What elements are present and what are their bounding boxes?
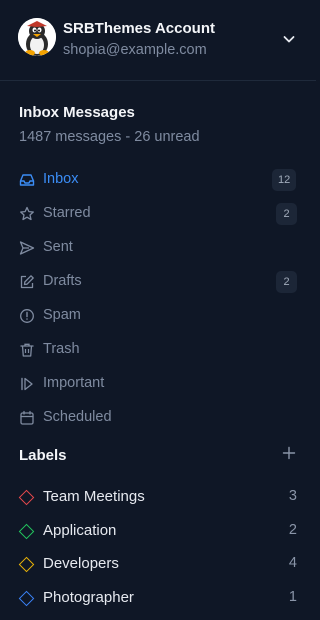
nav-item-drafts[interactable]: Drafts 2 bbox=[0, 267, 316, 297]
label-item-developers[interactable]: Developers 4 bbox=[0, 550, 316, 580]
label-count: 4 bbox=[288, 555, 297, 571]
inbox-icon bbox=[19, 174, 35, 186]
important-icon bbox=[21, 377, 33, 391]
label-name: Developers bbox=[43, 555, 119, 572]
section-title-inbox-messages: Inbox Messages bbox=[19, 104, 135, 121]
calendar-icon bbox=[20, 410, 34, 425]
nav-item-label: Inbox bbox=[43, 171, 79, 187]
nav-item-label: Important bbox=[43, 375, 105, 391]
diamond-icon bbox=[18, 590, 35, 607]
nav-item-sent[interactable]: Sent bbox=[0, 233, 316, 263]
star-icon bbox=[20, 206, 34, 221]
label-item-photographer[interactable]: Photographer 1 bbox=[0, 584, 316, 614]
nav-item-label: Trash bbox=[43, 341, 80, 357]
account-header[interactable]: SRBThemes Account shopia@example.com bbox=[0, 0, 316, 81]
label-count: 3 bbox=[288, 488, 297, 504]
label-count: 1 bbox=[288, 589, 297, 605]
nav-item-label: Scheduled bbox=[43, 409, 112, 425]
add-label-icon[interactable] bbox=[282, 446, 296, 460]
nav-item-trash[interactable]: Trash bbox=[0, 335, 316, 365]
label-name: Application bbox=[43, 522, 117, 539]
count-badge: 2 bbox=[276, 203, 297, 225]
alert-circle-icon bbox=[20, 309, 34, 323]
diamond-icon bbox=[18, 523, 35, 540]
nav-item-scheduled[interactable]: Scheduled bbox=[0, 403, 316, 433]
nav-item-starred[interactable]: Starred 2 bbox=[0, 199, 316, 229]
trash-icon bbox=[20, 343, 34, 357]
nav-item-label: Starred bbox=[43, 205, 91, 221]
nav-item-label: Sent bbox=[43, 239, 73, 255]
section-title-labels: Labels bbox=[19, 447, 67, 464]
label-name: Photographer bbox=[43, 589, 134, 606]
edit-icon bbox=[20, 275, 34, 289]
count-badge: 2 bbox=[276, 271, 297, 293]
account-email: shopia@example.com bbox=[63, 42, 207, 58]
label-count: 2 bbox=[288, 522, 297, 538]
label-item-team-meetings[interactable]: Team Meetings 3 bbox=[0, 483, 316, 513]
nav-item-important[interactable]: Important bbox=[0, 369, 316, 399]
nav-item-label: Spam bbox=[43, 307, 81, 323]
nav-item-inbox[interactable]: Inbox 12 bbox=[0, 165, 316, 195]
inbox-message-count: 1487 messages - 26 unread bbox=[19, 129, 200, 145]
label-item-application[interactable]: Application 2 bbox=[0, 517, 316, 547]
chevron-down-icon[interactable] bbox=[280, 30, 298, 48]
nav-item-spam[interactable]: Spam bbox=[0, 301, 316, 331]
unread-badge: 12 bbox=[272, 169, 297, 191]
avatar bbox=[18, 18, 56, 56]
label-name: Team Meetings bbox=[43, 488, 145, 505]
diamond-icon bbox=[18, 556, 35, 573]
send-icon bbox=[19, 241, 35, 255]
account-name: SRBThemes Account bbox=[63, 20, 215, 37]
diamond-icon bbox=[18, 489, 35, 506]
nav-item-label: Drafts bbox=[43, 273, 82, 289]
